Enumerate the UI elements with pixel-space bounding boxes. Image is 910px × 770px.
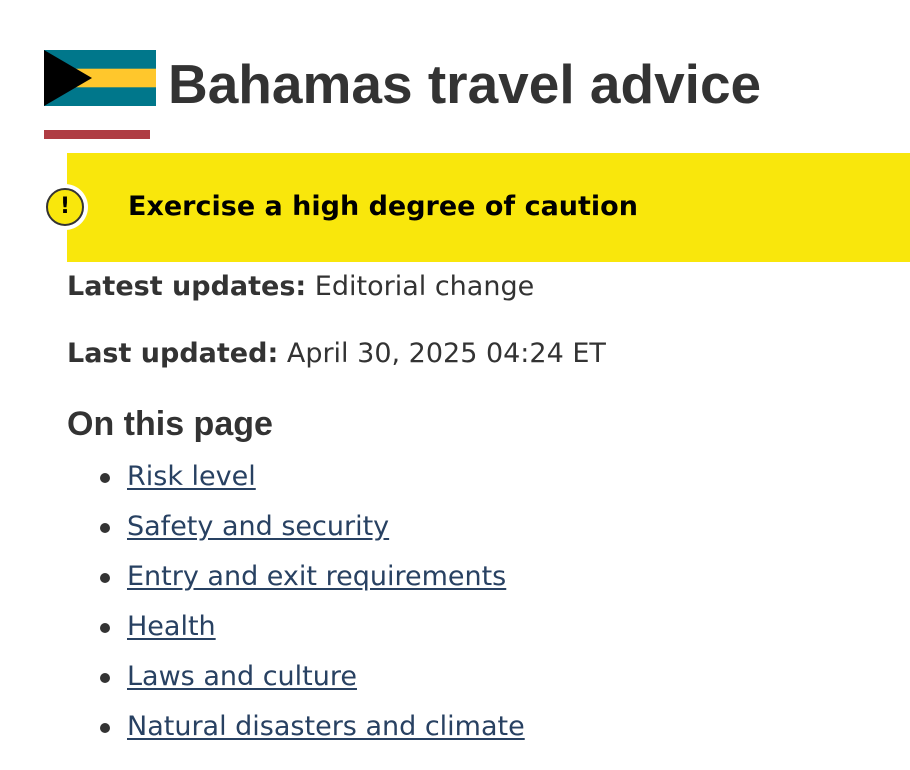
toc-link-entry-and-exit-requirements[interactable]: Entry and exit requirements — [127, 561, 506, 592]
toc-link-laws-and-culture[interactable]: Laws and culture — [127, 661, 357, 692]
title-underline-rule — [44, 130, 150, 139]
last-updated: Last updated: April 30, 2025 04:24 ET — [67, 336, 606, 372]
bullet-icon — [100, 623, 110, 633]
exclamation-icon: ! — [42, 184, 88, 230]
toc-heading: On this page — [67, 405, 273, 443]
toc-link-health[interactable]: Health — [127, 611, 216, 642]
toc-item: Laws and culture — [100, 656, 525, 706]
last-updated-value: April 30, 2025 04:24 ET — [286, 338, 606, 369]
alert-text: Exercise a high degree of caution — [128, 191, 638, 222]
bahamas-flag-icon — [44, 50, 156, 106]
bullet-icon — [100, 573, 110, 583]
toc-item: Entry and exit requirements — [100, 556, 525, 606]
toc-link-risk-level[interactable]: Risk level — [127, 461, 256, 492]
latest-updates-value: Editorial change — [314, 271, 535, 302]
page-title: Bahamas travel advice — [168, 53, 762, 115]
toc-item: Safety and security — [100, 506, 525, 556]
toc-item: Natural disasters and climate — [100, 706, 525, 756]
bullet-icon — [100, 723, 110, 733]
toc-item: Health — [100, 606, 525, 656]
bullet-icon — [100, 673, 110, 683]
exclamation-icon-glyph: ! — [46, 188, 84, 226]
toc-link-safety-and-security[interactable]: Safety and security — [127, 511, 389, 542]
toc-item: Risk level — [100, 456, 525, 506]
latest-updates: Latest updates: Editorial change — [67, 269, 534, 305]
bullet-icon — [100, 523, 110, 533]
latest-updates-label: Latest updates: — [67, 271, 307, 302]
bullet-icon — [100, 473, 110, 483]
toc-link-natural-disasters-and-climate[interactable]: Natural disasters and climate — [127, 711, 525, 742]
last-updated-label: Last updated: — [67, 338, 279, 369]
toc-list: Risk level Safety and security Entry and… — [100, 456, 525, 756]
